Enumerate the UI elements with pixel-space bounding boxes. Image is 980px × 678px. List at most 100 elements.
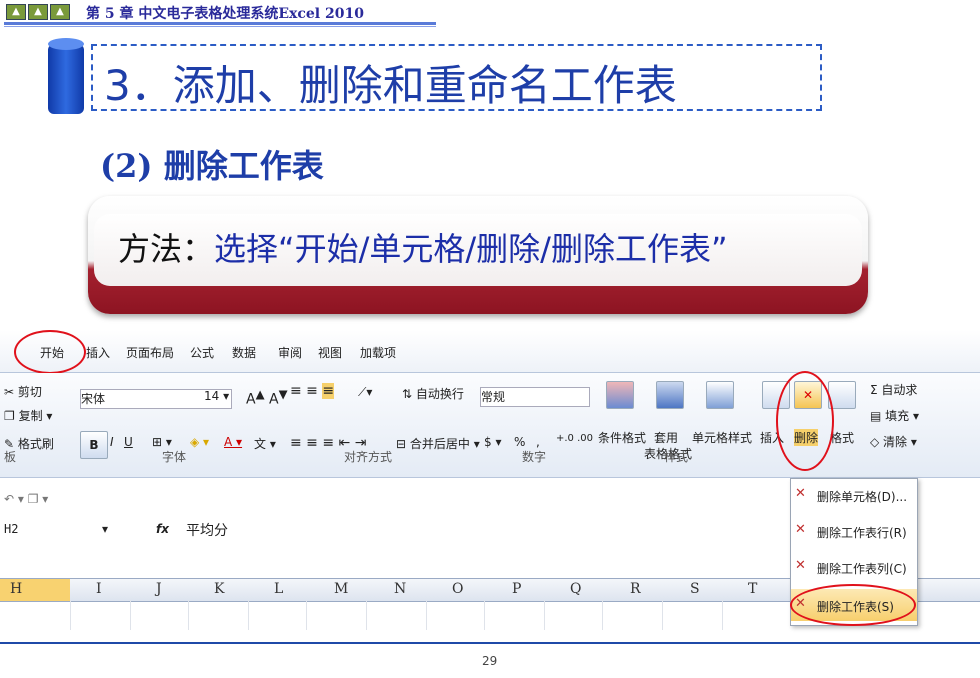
- header-icons: ▲ ▲ ▲: [6, 4, 70, 20]
- clear-button[interactable]: ◇ 清除 ▾: [870, 433, 917, 450]
- grid-line: [602, 600, 603, 630]
- header-icon-2: ▲: [28, 4, 48, 20]
- column-header[interactable]: I: [96, 581, 102, 597]
- tab-page-layout[interactable]: 页面布局: [126, 344, 174, 361]
- conditional-format-button[interactable]: 条件格式: [598, 429, 646, 446]
- menu-delete-rows[interactable]: ✕ 删除工作表行(R): [791, 515, 917, 547]
- tab-formulas[interactable]: 公式: [190, 344, 214, 361]
- format-cells-button[interactable]: 格式: [830, 429, 854, 446]
- method-box: 方法：选择“开始/单元格/删除/删除工作表”: [88, 196, 868, 314]
- highlight-home-tab: [14, 330, 86, 374]
- group-clipboard: 板: [4, 450, 17, 464]
- header-icon-1: ▲: [6, 4, 26, 20]
- grid-line: [70, 600, 71, 630]
- border-icon[interactable]: ⊞ ▾: [152, 435, 172, 449]
- phonetic-icon[interactable]: 文 ▾: [254, 435, 276, 452]
- grid-line: [306, 600, 307, 630]
- highlight-delete-button: [776, 371, 834, 471]
- cell-styles-button[interactable]: 单元格样式: [692, 429, 752, 446]
- grid-line: [426, 600, 427, 630]
- column-header[interactable]: L: [274, 581, 283, 597]
- bold-button[interactable]: B: [80, 431, 108, 459]
- group-font: 字体: [162, 450, 187, 464]
- number-format-select[interactable]: 常规: [480, 387, 590, 407]
- tab-addins[interactable]: 加载项: [360, 344, 396, 361]
- title-bullet-icon: [48, 38, 84, 114]
- font-color-icon[interactable]: A ▾: [224, 435, 242, 449]
- column-header[interactable]: T: [748, 581, 757, 597]
- group-alignment: 对齐方式: [344, 450, 393, 464]
- column-header[interactable]: Q: [570, 581, 581, 597]
- delete-cells-menu-icon: ✕: [795, 486, 806, 501]
- method-text: 方法：选择“开始/单元格/删除/删除工作表”: [118, 224, 728, 270]
- highlight-delete-sheet: [790, 584, 916, 626]
- column-header[interactable]: M: [334, 581, 348, 597]
- delete-columns-menu-icon: ✕: [795, 558, 806, 573]
- percent-button[interactable]: %: [514, 435, 525, 449]
- slide-subtitle: (2) 删除工作表: [100, 147, 324, 185]
- ribbon: ✂ 剪切 ❐ 复制 ▾ ✎ 格式刷 宋体 14 ▾ A▲ A▼ B I U ⊞ …: [0, 371, 980, 478]
- header-divider-thin: [4, 26, 436, 27]
- name-box-dropdown-icon[interactable]: ▾: [102, 522, 108, 536]
- name-box[interactable]: H2: [4, 522, 18, 536]
- cut-button[interactable]: ✂ 剪切: [4, 383, 42, 400]
- excel-screenshot: 开始 插入 页面布局 公式 数据 审阅 视图 加载项 ✂ 剪切 ❐ 复制 ▾ ✎…: [0, 330, 980, 630]
- slide-title: 3．添加、删除和重命名工作表: [104, 61, 677, 110]
- table-format-button[interactable]: 套用: [654, 429, 678, 446]
- group-number: 数字: [522, 450, 547, 464]
- underline-button[interactable]: U: [124, 435, 133, 449]
- fx-icon[interactable]: fx: [156, 522, 169, 536]
- wrap-text-button[interactable]: ⇅ 自动换行: [402, 385, 464, 402]
- group-styles: 样式: [664, 450, 689, 464]
- autosum-button[interactable]: Σ 自动求: [870, 381, 917, 398]
- italic-button[interactable]: I: [110, 435, 114, 449]
- column-header[interactable]: J: [156, 581, 162, 597]
- delete-rows-menu-icon: ✕: [795, 522, 806, 537]
- grid-line: [248, 600, 249, 630]
- grid-line: [484, 600, 485, 630]
- font-size-select[interactable]: 14 ▾: [204, 389, 229, 403]
- column-header[interactable]: N: [394, 581, 406, 597]
- column-header[interactable]: S: [690, 581, 700, 597]
- table-format-icon[interactable]: [656, 381, 684, 409]
- formula-input[interactable]: 平均分: [186, 520, 228, 540]
- align-top-icons[interactable]: ≡ ≡ ≡: [290, 383, 335, 399]
- column-header[interactable]: O: [452, 581, 463, 597]
- fill-button[interactable]: ▤ 填充 ▾: [870, 407, 919, 424]
- menu-delete-columns[interactable]: ✕ 删除工作表列(C): [791, 551, 917, 583]
- header-icon-3: ▲: [50, 4, 70, 20]
- font-grow-button[interactable]: A▲ A▼: [246, 387, 288, 408]
- column-header[interactable]: P: [512, 581, 521, 597]
- cell-styles-icon[interactable]: [706, 381, 734, 409]
- copy-button[interactable]: ❐ 复制 ▾: [4, 407, 52, 424]
- grid-line: [188, 600, 189, 630]
- column-header[interactable]: K: [214, 581, 224, 597]
- menu-delete-cells[interactable]: ✕ 删除单元格(D)...: [791, 479, 917, 511]
- merge-center-button[interactable]: ⊟ 合并后居中 ▾: [396, 435, 480, 452]
- footer-divider: [0, 642, 980, 644]
- method-label: 方法：: [118, 230, 215, 268]
- grid-line: [544, 600, 545, 630]
- grid-line: [366, 600, 367, 630]
- comma-button[interactable]: ,: [536, 435, 540, 449]
- column-header[interactable]: R: [630, 581, 641, 597]
- tab-view[interactable]: 视图: [318, 344, 342, 361]
- fill-color-icon[interactable]: ◈ ▾: [190, 435, 209, 449]
- page-number: 29: [482, 654, 498, 668]
- ribbon-tabs: 开始 插入 页面布局 公式 数据 审阅 视图 加载项: [0, 330, 980, 373]
- tab-review[interactable]: 审阅: [278, 344, 302, 361]
- grid-line: [662, 600, 663, 630]
- orientation-icon[interactable]: ⟋▾: [358, 385, 372, 400]
- conditional-format-icon[interactable]: [606, 381, 634, 409]
- currency-icon[interactable]: $ ▾: [484, 435, 501, 449]
- method-value: 选择“开始/单元格/删除/删除工作表”: [214, 230, 728, 268]
- grid-line: [722, 600, 723, 630]
- column-header[interactable]: H: [10, 581, 22, 597]
- header-divider: [4, 22, 436, 25]
- tab-insert[interactable]: 插入: [86, 344, 110, 361]
- quick-access-icons[interactable]: ↶ ▾ ❐ ▾: [4, 492, 48, 506]
- grid-line: [130, 600, 131, 630]
- tab-data[interactable]: 数据: [232, 344, 256, 361]
- chapter-title: 第 5 章 中文电子表格处理系统Excel 2010: [86, 6, 364, 22]
- decimal-icons[interactable]: +.0 .00: [556, 433, 593, 444]
